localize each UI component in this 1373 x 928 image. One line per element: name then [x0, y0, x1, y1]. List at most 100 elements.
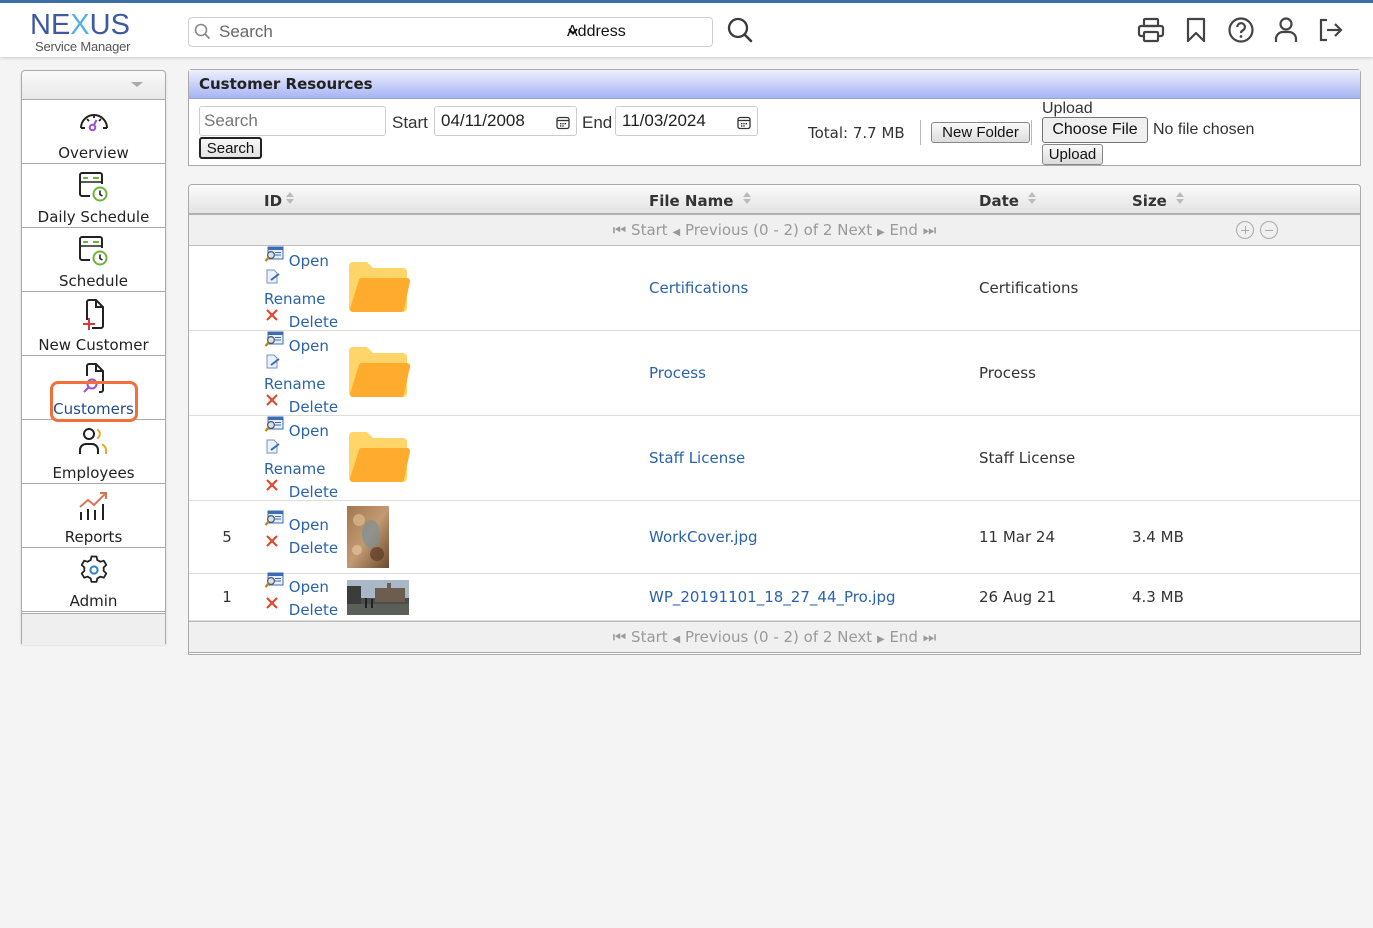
sort-icon[interactable]	[742, 191, 752, 206]
rename-icon[interactable]	[264, 269, 338, 288]
collapse-all-icon[interactable]	[1260, 221, 1278, 239]
help-icon[interactable]	[1227, 15, 1255, 45]
pager-previous[interactable]: Previous	[685, 628, 748, 646]
cell-file-name-link[interactable]: WorkCover.jpg	[649, 528, 758, 546]
sidebar-item-new-customer[interactable]: New Customer	[22, 292, 165, 356]
cell-file-name-link[interactable]: WP_20191101_18_27_44_Pro.jpg	[649, 588, 896, 606]
nexus-logo[interactable]: NEXUS Service Manager	[30, 8, 154, 56]
sort-icon[interactable]	[1028, 191, 1037, 206]
sidebar-header[interactable]	[22, 71, 165, 100]
last-page-icon[interactable]: ⏭	[923, 221, 937, 239]
choose-file-button[interactable]: Choose File	[1042, 117, 1148, 143]
delete-link[interactable]: Delete	[264, 597, 338, 622]
end-date-value: 11/03/2024	[622, 111, 706, 130]
panel-title: Customer Resources	[189, 70, 1360, 99]
pager-bottom: ⏮ Start ◀ Previous (0 - 2) of 2 Next ▶ E…	[189, 621, 1360, 653]
calendar-icon[interactable]	[737, 115, 751, 135]
first-page-icon[interactable]: ⏮	[613, 628, 627, 646]
table-row: 1 Open Delete WP_20191101_18_27_44_Pro.jp…	[189, 572, 1360, 622]
next-page-icon[interactable]: ▶	[877, 634, 885, 645]
rename-icon[interactable]	[264, 439, 338, 458]
pager-end[interactable]: End	[889, 628, 918, 646]
logout-icon[interactable]	[1317, 15, 1345, 45]
next-page-icon[interactable]: ▶	[877, 227, 885, 238]
folder-icon[interactable]	[347, 262, 411, 318]
speedometer-icon	[77, 106, 111, 140]
expand-all-icon[interactable]	[1236, 221, 1254, 239]
pager-start[interactable]: Start	[631, 221, 668, 239]
cell-file-name-link[interactable]: Staff License	[649, 449, 745, 467]
column-header-size[interactable]: Size	[1132, 191, 1185, 210]
cell-date: Staff License	[979, 449, 1076, 467]
folder-icon[interactable]	[347, 347, 411, 403]
delete-icon	[264, 533, 284, 551]
rename-icon[interactable]	[264, 354, 338, 373]
last-page-icon[interactable]: ⏭	[923, 628, 937, 646]
pager-start[interactable]: Start	[631, 628, 668, 646]
column-header-id[interactable]: ID	[264, 191, 295, 210]
cell-size: 3.4 MB	[1132, 528, 1184, 546]
delete-icon	[264, 307, 284, 325]
upload-label: Upload	[1042, 100, 1093, 117]
sidebar-footer	[22, 613, 165, 645]
pager-top: ⏮ Start ◀ Previous (0 - 2) of 2 Next ▶ E…	[189, 215, 1360, 246]
file-plus-icon	[79, 298, 109, 332]
total-size: Total: 7.7 MB	[808, 124, 905, 142]
sidebar-item-admin[interactable]: Admin	[22, 548, 165, 612]
start-date-value: 04/11/2008	[441, 111, 525, 130]
cell-file-name-link[interactable]: Certifications	[649, 279, 748, 297]
file-search-icon	[79, 362, 109, 396]
sidebar-item-schedule[interactable]: Schedule	[22, 228, 165, 292]
sidebar-item-overview[interactable]: Overview	[22, 100, 165, 164]
image-thumbnail[interactable]	[347, 506, 389, 572]
pager-next[interactable]: Next	[837, 221, 872, 239]
image-thumbnail[interactable]	[347, 580, 409, 619]
gear-icon	[78, 554, 110, 588]
search-button[interactable]	[726, 16, 754, 48]
sidebar-item-employees[interactable]: Employees	[22, 420, 165, 484]
user-icon[interactable]	[1272, 15, 1300, 45]
sort-icon[interactable]	[286, 191, 295, 206]
sidebar-item-customers[interactable]: Customers	[22, 356, 165, 420]
row-actions: Open Rename Delete	[264, 331, 338, 419]
delete-icon	[264, 392, 284, 410]
sidebar-item-daily-schedule[interactable]: Daily Schedule	[22, 164, 165, 228]
resource-search-button[interactable]: Search	[199, 137, 262, 159]
sidebar-item-reports[interactable]: Reports	[22, 484, 165, 548]
prev-page-icon[interactable]: ◀	[672, 634, 680, 645]
prev-page-icon[interactable]: ◀	[672, 227, 680, 238]
upload-button[interactable]: Upload	[1042, 144, 1103, 165]
end-label: End	[582, 113, 613, 132]
column-header-file-name[interactable]: File Name	[649, 191, 752, 210]
global-search-input[interactable]	[217, 21, 537, 43]
folder-icon[interactable]	[347, 432, 411, 488]
column-header-date[interactable]: Date	[979, 191, 1037, 210]
open-icon	[264, 246, 284, 264]
calendar-icon[interactable]	[556, 115, 570, 135]
pager-previous[interactable]: Previous	[685, 221, 748, 239]
cell-date: Certifications	[979, 279, 1079, 297]
collapse-arrow-icon[interactable]	[131, 82, 143, 87]
bookmark-icon[interactable]	[1182, 15, 1210, 45]
sort-icon[interactable]	[1176, 191, 1185, 206]
delete-link[interactable]: Delete	[264, 535, 338, 560]
cell-file-name-link[interactable]: Process	[649, 364, 706, 382]
search-field-select[interactable]: Address	[549, 19, 711, 45]
top-bar: NEXUS Service Manager Address	[0, 0, 1373, 57]
open-icon	[264, 572, 284, 590]
start-label: Start	[392, 113, 428, 132]
resource-search-input[interactable]	[200, 107, 385, 135]
printer-icon[interactable]	[1137, 15, 1165, 45]
pager-end[interactable]: End	[889, 221, 918, 239]
no-file-chosen-text: No file chosen	[1153, 121, 1255, 138]
sidebar-nav: Overview Daily Schedule Schedule New Cus…	[21, 70, 166, 645]
new-folder-button[interactable]: New Folder	[931, 122, 1030, 143]
divider	[1031, 120, 1032, 145]
pager-next[interactable]: Next	[837, 628, 872, 646]
table-body: Open Rename Delete Certifications Certifica…	[189, 246, 1360, 621]
cell-size: 4.3 MB	[1132, 588, 1184, 606]
first-page-icon[interactable]: ⏮	[613, 221, 627, 239]
logo-subtitle: Service Manager	[35, 39, 131, 54]
end-date-field[interactable]: 11/03/2024	[615, 106, 758, 136]
start-date-field[interactable]: 04/11/2008	[434, 106, 577, 136]
